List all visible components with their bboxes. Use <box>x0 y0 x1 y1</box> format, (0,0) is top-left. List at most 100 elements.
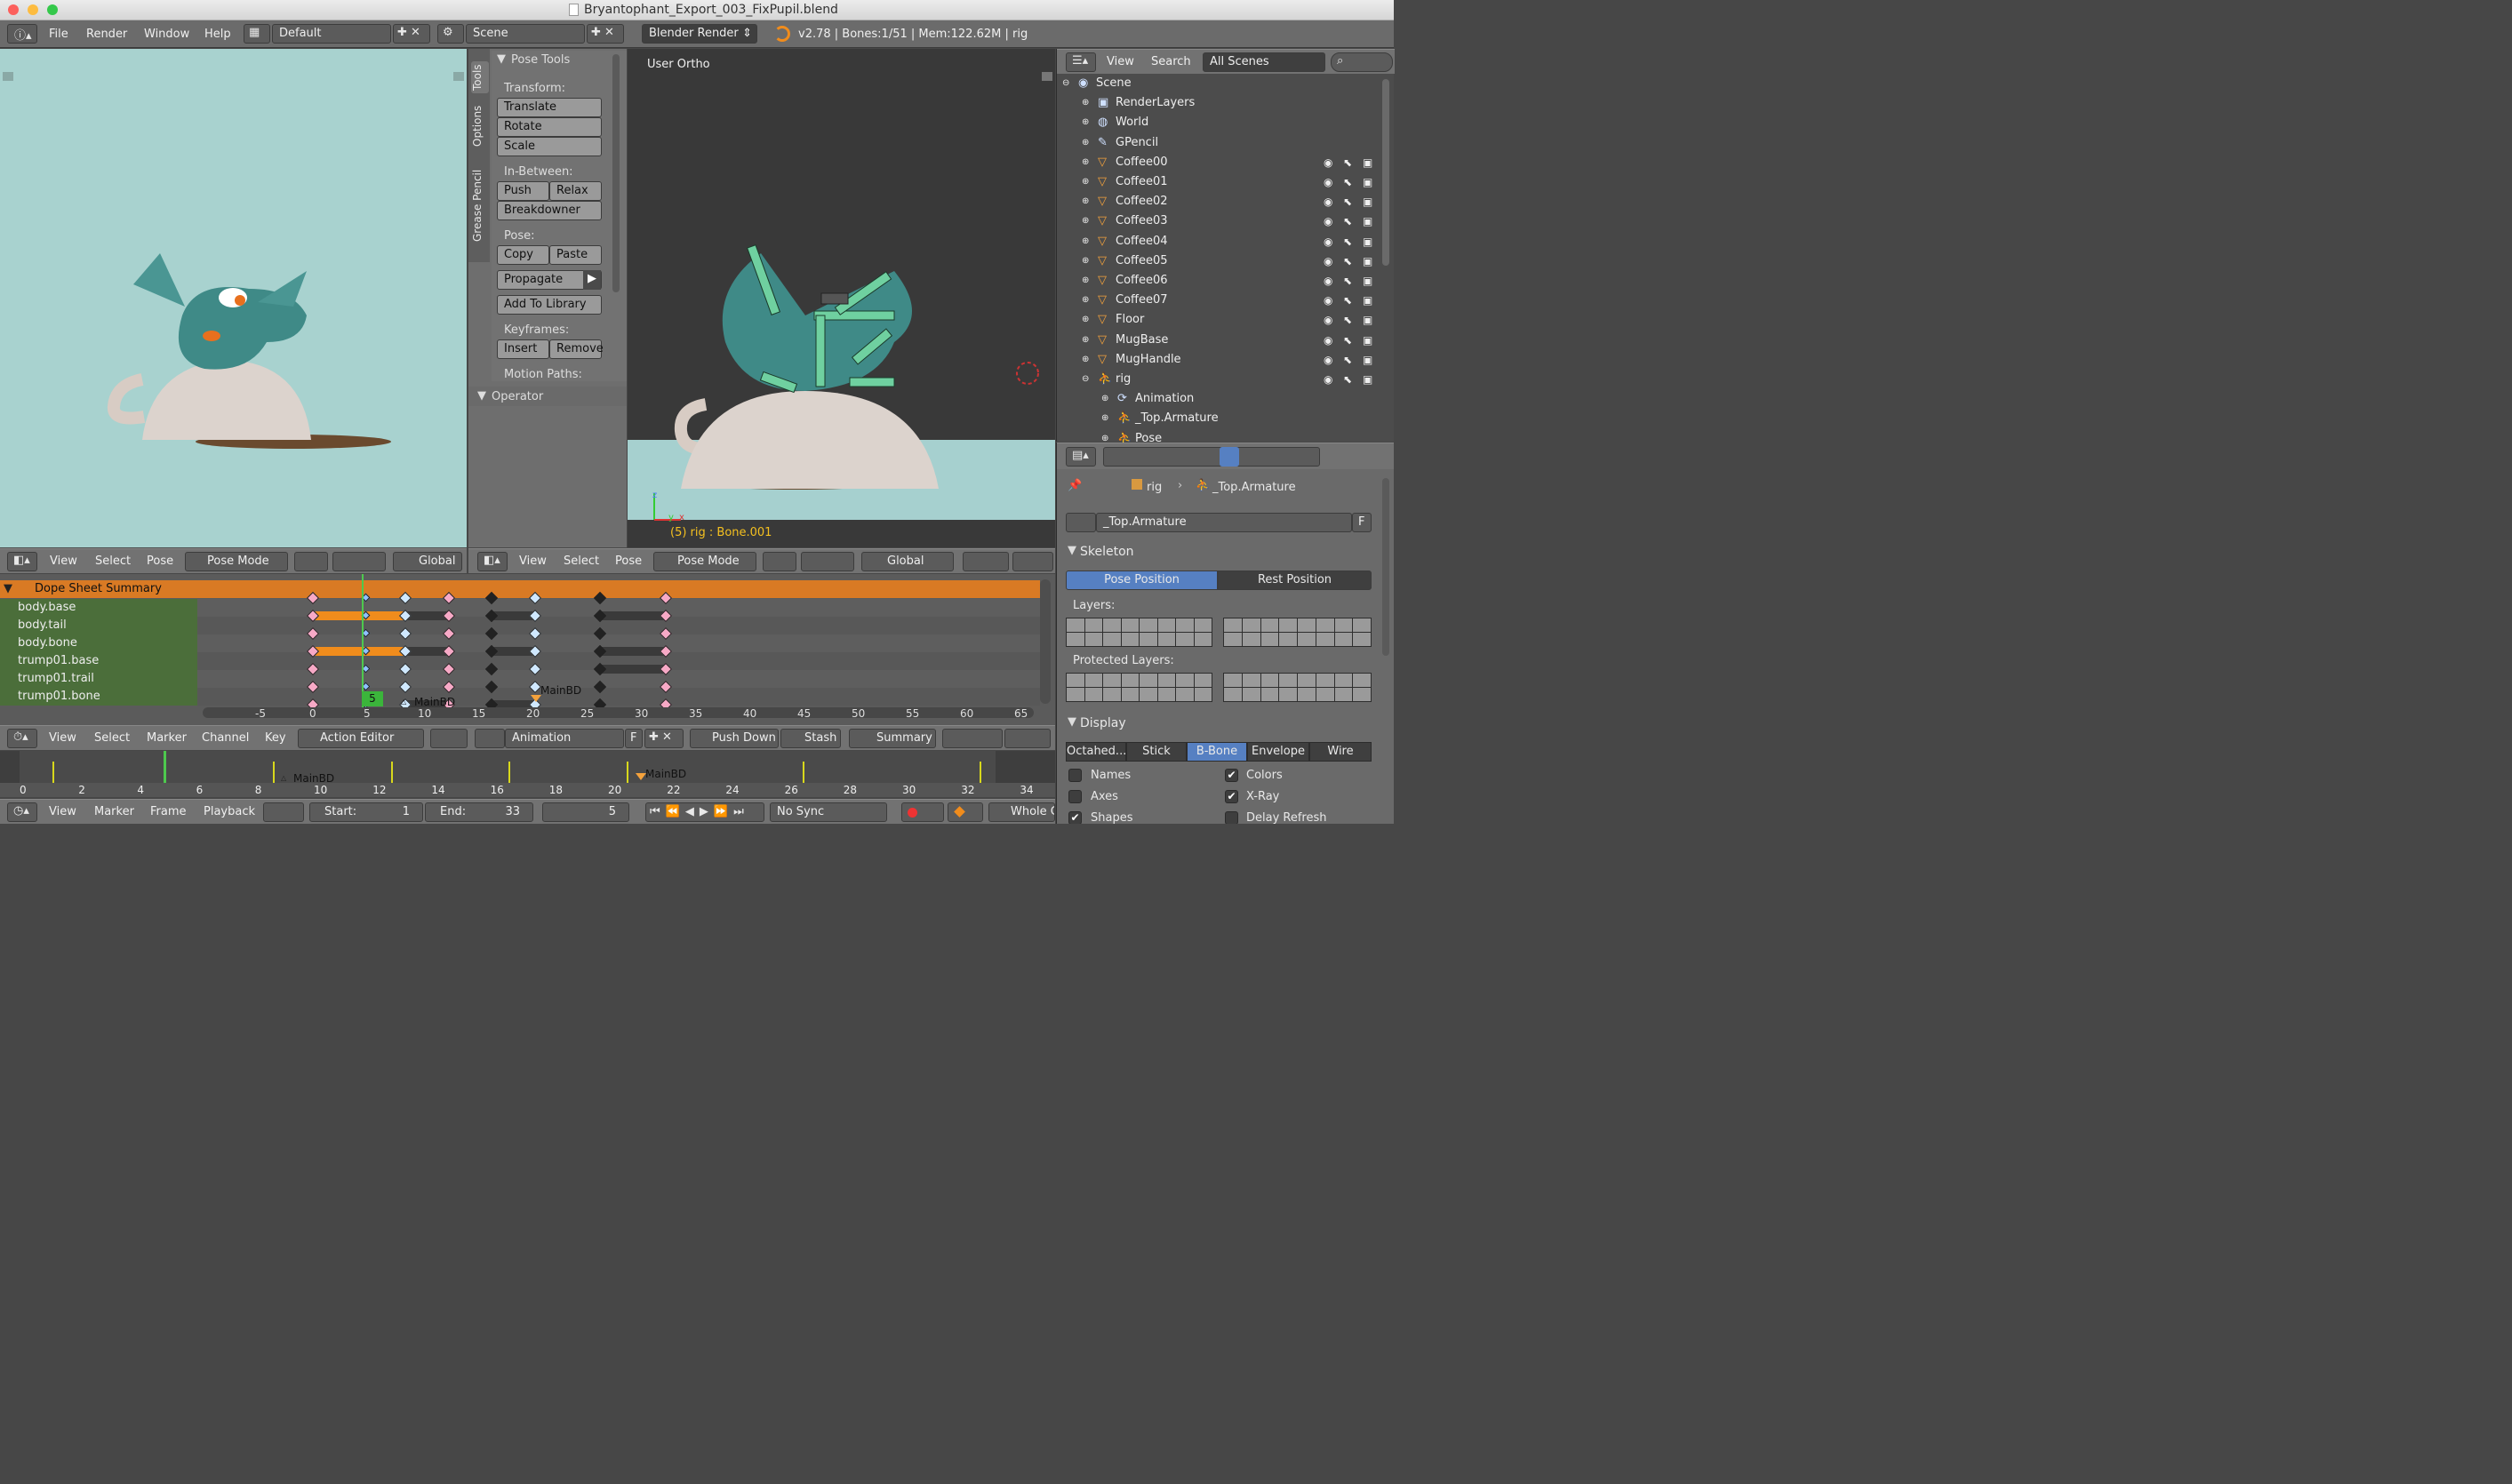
keyframe-hold-bar[interactable] <box>313 611 405 620</box>
datablock-browse-icon[interactable] <box>1066 513 1096 532</box>
region-toggle-icon[interactable] <box>453 72 464 81</box>
editor-type-icon[interactable]: ☰▴ <box>1066 52 1096 72</box>
menu-select[interactable]: Select <box>564 555 599 568</box>
visibility-eye-icon[interactable]: ◉ <box>1324 331 1332 350</box>
start-frame-field[interactable]: Start: 1 <box>309 802 423 822</box>
outliner-item-animation[interactable]: ⊕ ⟳ Animation <box>1057 389 1377 409</box>
layout-add-remove[interactable]: ✚ ✕ <box>393 24 430 44</box>
end-frame-field[interactable]: End: 33 <box>425 802 533 822</box>
rest-position-toggle[interactable]: Rest Position <box>1218 570 1372 590</box>
expand-icon[interactable]: ⊕ <box>1082 291 1089 310</box>
action-name-field[interactable]: Animation <box>505 729 624 748</box>
visibility-eye-icon[interactable]: ◉ <box>1324 271 1332 291</box>
channel-row[interactable]: body.base <box>0 599 197 617</box>
add-to-library-button[interactable]: Add To Library <box>497 295 602 315</box>
selectability-cursor-icon[interactable]: ⬉ <box>1343 251 1352 271</box>
visibility-eye-icon[interactable]: ◉ <box>1324 291 1332 310</box>
outliner-item--top-armature[interactable]: ⊕ ⛹ _Top.Armature <box>1057 409 1377 428</box>
layout-selector[interactable]: Default <box>272 24 391 44</box>
copy-pose-button[interactable]: Copy <box>497 245 549 265</box>
layer-buttons[interactable] <box>963 552 1009 571</box>
scene-selector[interactable]: Scene <box>466 24 585 44</box>
visibility-eye-icon[interactable]: ◉ <box>1324 370 1332 389</box>
menu-pose[interactable]: Pose <box>147 555 173 568</box>
expand-icon[interactable]: ⊕ <box>1082 211 1089 231</box>
visibility-eye-icon[interactable]: ◉ <box>1324 211 1332 231</box>
channel-row[interactable]: trump01.bone <box>0 688 197 706</box>
expand-icon[interactable]: ⊕ <box>1082 172 1089 192</box>
expand-icon[interactable]: ⊕ <box>1101 389 1108 409</box>
mode-selector[interactable]: Pose Mode <box>185 552 288 571</box>
render-camera-icon[interactable]: ▣ <box>1363 153 1372 172</box>
menu-window[interactable]: Window <box>144 28 189 41</box>
menu-select[interactable]: Select <box>95 555 131 568</box>
region-toggle-icon[interactable] <box>1042 72 1052 81</box>
menu-frame[interactable]: Frame <box>150 805 187 818</box>
editor-type-icon[interactable]: ▤▴ <box>1066 447 1096 467</box>
relax-button[interactable]: Relax <box>549 181 602 201</box>
outliner-item-coffee05[interactable]: ⊕ ▽ Coffee05 ◉ ⬉ ▣ <box>1057 251 1377 271</box>
editor-type-icon[interactable]: ◧▴ <box>477 552 508 571</box>
expand-icon[interactable]: ⊕ <box>1082 331 1089 350</box>
render-camera-icon[interactable]: ▣ <box>1363 271 1372 291</box>
render-camera-icon[interactable]: ▣ <box>1363 291 1372 310</box>
expand-icon[interactable]: ⊕ <box>1082 192 1089 211</box>
outliner-item-coffee00[interactable]: ⊕ ▽ Coffee00 ◉ ⬉ ▣ <box>1057 153 1377 172</box>
menu-file[interactable]: File <box>49 28 68 41</box>
sync-mode-dropdown[interactable]: No Sync <box>770 802 887 822</box>
outliner-search-input[interactable]: ⌕ <box>1331 52 1393 72</box>
render-camera-icon[interactable]: ▣ <box>1363 232 1372 251</box>
outliner-item-mugbase[interactable]: ⊕ ▽ MugBase ◉ ⬉ ▣ <box>1057 331 1377 350</box>
display-filter-dropdown[interactable]: All Scenes <box>1203 52 1325 72</box>
selectability-cursor-icon[interactable]: ⬉ <box>1343 172 1352 192</box>
scene-add-remove[interactable]: ✚ ✕ <box>587 24 624 44</box>
selectability-cursor-icon[interactable]: ⬉ <box>1343 192 1352 211</box>
menu-select[interactable]: Select <box>94 731 130 745</box>
preview-range-icons[interactable] <box>263 802 304 822</box>
render-camera-icon[interactable]: ▣ <box>1363 331 1372 350</box>
pivot-manipulator-icons[interactable] <box>332 552 386 571</box>
shading-icon[interactable] <box>763 552 796 571</box>
fake-user-button[interactable]: F <box>1352 513 1372 532</box>
propagate-button[interactable]: Propagate ▶ <box>497 270 602 290</box>
render-camera-icon[interactable]: ▣ <box>1363 211 1372 231</box>
expand-icon[interactable]: ⊕ <box>1082 350 1089 370</box>
keying-set-field[interactable]: Whole C <box>988 802 1055 822</box>
outliner-item-gpencil[interactable]: ⊕ ✎ GPencil <box>1057 133 1377 153</box>
visibility-eye-icon[interactable]: ◉ <box>1324 251 1332 271</box>
zoom-window-button[interactable] <box>47 4 58 15</box>
action-add-remove[interactable]: ✚ ✕ <box>644 729 684 748</box>
mode-selector[interactable]: Pose Mode <box>653 552 756 571</box>
selectability-cursor-icon[interactable]: ⬉ <box>1343 211 1352 231</box>
armature-data-tab-icon[interactable] <box>1220 447 1239 467</box>
expand-icon[interactable]: ⊖ <box>1082 370 1089 389</box>
menu-pose[interactable]: Pose <box>615 555 642 568</box>
action-browse-icon[interactable] <box>475 729 505 748</box>
push-down-button[interactable]: Push Down <box>690 729 779 748</box>
render-camera-icon[interactable]: ▣ <box>1363 370 1372 389</box>
render-camera-icon[interactable]: ▣ <box>1363 310 1372 330</box>
summary-row[interactable]: ▼ Dope Sheet Summary <box>0 580 1040 598</box>
outliner-item-coffee01[interactable]: ⊕ ▽ Coffee01 ◉ ⬉ ▣ <box>1057 172 1377 192</box>
insert-keyframe-button[interactable]: Insert <box>497 339 549 359</box>
expand-icon[interactable]: ⊕ <box>1082 271 1089 291</box>
action-fake-user-button[interactable]: F <box>625 729 643 748</box>
tab-options[interactable]: Options <box>471 100 489 152</box>
xray-checkbox[interactable]: ✔ <box>1225 790 1238 803</box>
editor-type-icon[interactable]: ⏱▴ <box>7 729 37 748</box>
keyframe-hold-bar[interactable] <box>600 665 666 674</box>
visibility-eye-icon[interactable]: ◉ <box>1324 350 1332 370</box>
push-button[interactable]: Push <box>497 181 549 201</box>
channel-row[interactable]: trump01.trail <box>0 670 197 688</box>
names-checkbox[interactable] <box>1068 769 1082 782</box>
outliner-item-floor[interactable]: ⊕ ▽ Floor ◉ ⬉ ▣ <box>1057 310 1377 330</box>
render-camera-icon[interactable]: ▣ <box>1363 172 1372 192</box>
display-mode-stick[interactable]: Stick <box>1126 742 1187 762</box>
screen-layout-icon[interactable]: ▦ <box>244 24 270 44</box>
editor-type-icon[interactable]: ◧▴ <box>7 552 37 571</box>
outliner-item-renderlayers[interactable]: ⊕ ▣ RenderLayers <box>1057 93 1377 113</box>
pose-position-toggle[interactable]: Pose Position <box>1066 570 1218 590</box>
outliner-item-coffee04[interactable]: ⊕ ▽ Coffee04 ◉ ⬉ ▣ <box>1057 232 1377 251</box>
selectability-cursor-icon[interactable]: ⬉ <box>1343 232 1352 251</box>
outliner-item-coffee02[interactable]: ⊕ ▽ Coffee02 ◉ ⬉ ▣ <box>1057 192 1377 211</box>
